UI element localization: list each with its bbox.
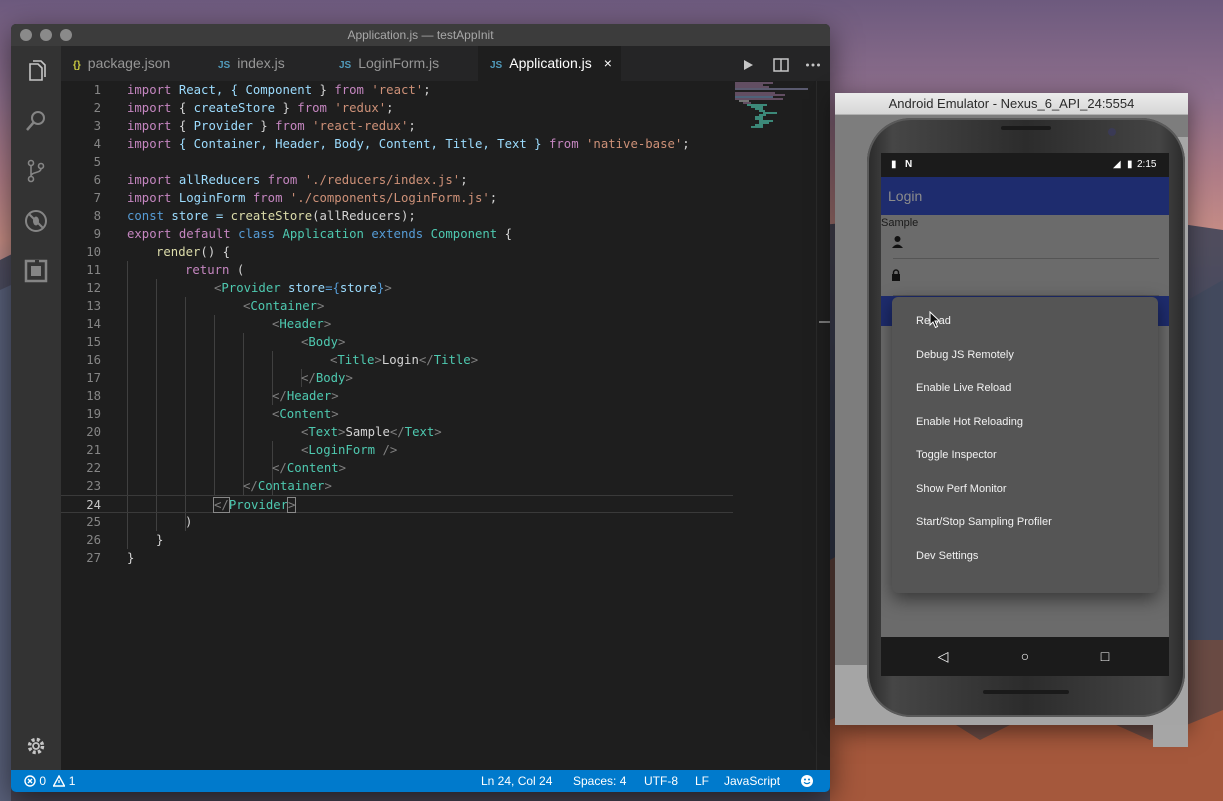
- more-icon[interactable]: [805, 58, 821, 72]
- code-line-current: 24 </Provider>: [61, 495, 733, 513]
- code-line: 26}: [86, 533, 164, 547]
- code-line: 19 <Content>: [86, 407, 339, 421]
- dev-menu-toggle-inspector[interactable]: Toggle Inspector: [916, 448, 997, 462]
- person-icon: [892, 236, 903, 248]
- dev-menu-show-perf-monitor[interactable]: Show Perf Monitor: [916, 482, 1006, 496]
- run-icon[interactable]: [741, 58, 755, 72]
- sd-card-icon: ▮: [891, 159, 897, 170]
- search-icon[interactable]: [24, 109, 48, 133]
- js-file-icon: JS: [490, 60, 503, 71]
- code-line: 13 <Container>: [86, 299, 325, 313]
- indentation-setting[interactable]: Spaces: 4: [573, 770, 626, 792]
- feedback-smiley-icon[interactable]: [800, 774, 814, 788]
- code-line: 10 render() {: [86, 245, 231, 259]
- extensions-icon[interactable]: [24, 259, 48, 283]
- code-editor[interactable]: 1 import React, { Component } from 'react…: [61, 81, 830, 770]
- split-editor-icon[interactable]: [773, 58, 789, 72]
- tab-label: package.json: [87, 55, 171, 71]
- code-line: 15 <Body>: [86, 335, 346, 349]
- dev-menu-dev-settings[interactable]: Dev Settings: [916, 549, 978, 563]
- status-bar: 0 1 Ln 24, Col 24 Spaces: 4 UTF-8 LF Jav…: [11, 770, 830, 792]
- warning-icon: [52, 774, 67, 787]
- code-line: 12 <Provider store={store}>: [86, 281, 392, 295]
- phone-camera: [1108, 128, 1116, 136]
- debug-icon[interactable]: [24, 209, 48, 233]
- window-title: Application.js — testAppInit: [347, 28, 494, 42]
- files-icon[interactable]: [24, 59, 48, 83]
- json-file-icon: {}: [73, 60, 81, 71]
- code-line: 23 </Container>: [86, 479, 332, 493]
- tab-loginform-js[interactable]: JS LoginForm.js: [327, 46, 477, 81]
- dev-menu-debug-js-remotely[interactable]: Debug JS Remotely: [916, 348, 1014, 362]
- mouse-cursor: [929, 311, 941, 329]
- vertical-scrollbar[interactable]: [816, 81, 830, 770]
- code-line: 27}: [86, 551, 135, 565]
- source-control-icon[interactable]: [24, 159, 48, 183]
- clock: 2:15: [1137, 159, 1157, 170]
- dev-menu-enable-hot-reloading[interactable]: Enable Hot Reloading: [916, 415, 1023, 429]
- tab-label: Application.js: [509, 55, 592, 71]
- home-icon[interactable]: ○: [1015, 646, 1035, 666]
- code-line: 22 </Content>: [86, 461, 347, 475]
- code-line: 4 import { Container, Header, Body, Conte…: [93, 137, 690, 151]
- app-header: Login: [881, 177, 1169, 215]
- sample-text: Sample: [881, 217, 919, 229]
- dev-menu-enable-live-reload[interactable]: Enable Live Reload: [916, 381, 1011, 395]
- back-icon[interactable]: ◁: [933, 646, 953, 666]
- error-icon: [24, 775, 36, 787]
- code-line: 16 <Title>Login</Title>: [86, 353, 479, 367]
- code-line: 14 <Header>: [86, 317, 332, 331]
- emulator-titlebar: Android Emulator - Nexus_6_API_24:5554: [835, 93, 1188, 115]
- phone-screen[interactable]: ▮ N ◢ ▮ 2:15 Login Sample Reload Debug J…: [881, 153, 1169, 676]
- android-nav-bar: ◁ ○ □: [881, 637, 1169, 676]
- encoding-setting[interactable]: UTF-8: [644, 770, 678, 792]
- code-line: 11 return (: [86, 263, 245, 277]
- code-line: 17 </Body>: [86, 371, 353, 385]
- username-field[interactable]: [893, 258, 1159, 259]
- code-line: 6 import allReducers from './reducers/ind…: [93, 173, 468, 187]
- editor-tabs: {} package.json JS index.js JS LoginForm.js…: [61, 46, 830, 81]
- tab-package-json[interactable]: {} package.json: [61, 46, 202, 81]
- js-file-icon: JS: [218, 60, 231, 71]
- language-mode[interactable]: JavaScript: [724, 770, 780, 792]
- android-emulator-window: Android Emulator - Nexus_6_API_24:5554 ▮…: [835, 93, 1188, 747]
- eol-setting[interactable]: LF: [695, 770, 709, 792]
- code-line: 3 import { Provider } from 'react-redux';: [93, 119, 416, 133]
- vscode-window: Application.js — testAppInit {} package.j…: [11, 24, 830, 792]
- battery-icon: ▮: [1127, 159, 1133, 170]
- android-status-bar: ▮ N ◢ ▮ 2:15: [881, 153, 1169, 177]
- code-line: 18 </Header>: [86, 389, 339, 403]
- phone-speaker-bottom: [983, 690, 1069, 694]
- code-line: 21 <LoginForm />: [86, 443, 398, 457]
- vscode-titlebar: Application.js — testAppInit: [11, 24, 830, 46]
- phone-speaker-top: [1001, 126, 1051, 130]
- code-line: 7 import LoginForm from './components/Log…: [93, 191, 498, 205]
- code-line: 1 import React, { Component } from 'react…: [93, 83, 431, 97]
- tab-label: LoginForm.js: [358, 55, 440, 71]
- code-line: 5: [93, 155, 101, 169]
- code-line: 25): [86, 515, 193, 529]
- lock-icon: [892, 269, 900, 281]
- tab-label: index.js: [237, 55, 285, 71]
- scroll-position-marker: [819, 321, 830, 323]
- signal-icon: ◢: [1113, 159, 1121, 170]
- problems-indicator[interactable]: 0 1: [24, 770, 75, 792]
- close-tab-icon[interactable]: ×: [604, 55, 612, 71]
- minimap[interactable]: [733, 81, 813, 131]
- app-title: Login: [888, 188, 923, 204]
- tab-index-js[interactable]: JS index.js: [206, 46, 326, 81]
- code-line: 8 const store = createStore(allReducers);: [93, 209, 416, 223]
- dev-menu-sampling-profiler[interactable]: Start/Stop Sampling Profiler: [916, 515, 1052, 529]
- dev-menu: Reload Debug JS Remotely Enable Live Rel…: [892, 297, 1158, 593]
- notification-icon: N: [905, 159, 913, 170]
- tab-application-js[interactable]: JS Application.js ×: [478, 46, 621, 81]
- code-line: 2 import { createStore } from 'redux';: [93, 101, 394, 115]
- cursor-position[interactable]: Ln 24, Col 24: [481, 770, 552, 792]
- code-line: 20 <Text>Sample</Text>: [86, 425, 442, 439]
- code-line: 9 export default class Application extend…: [93, 227, 513, 241]
- recents-icon[interactable]: □: [1095, 646, 1115, 666]
- js-file-icon: JS: [339, 60, 352, 71]
- gear-icon[interactable]: [24, 734, 48, 758]
- activity-bar: [11, 46, 61, 770]
